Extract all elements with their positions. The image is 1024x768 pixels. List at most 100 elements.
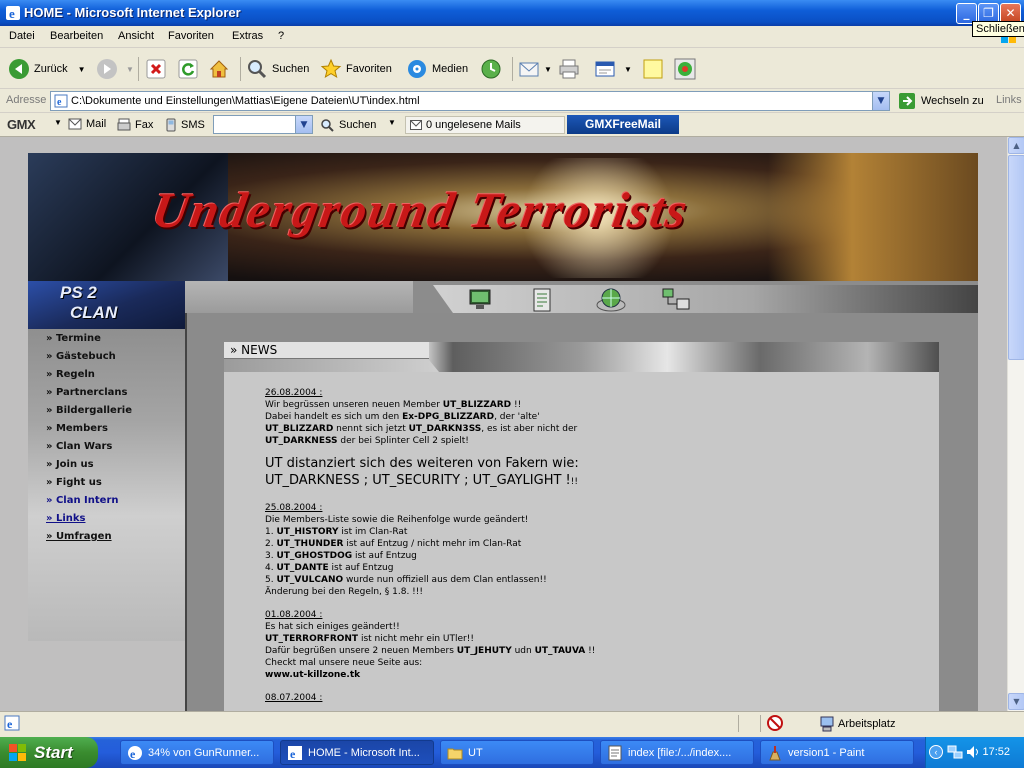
- phone-icon: [166, 118, 176, 132]
- nav-partnerclans[interactable]: » Partnerclans: [46, 387, 127, 398]
- network-icon[interactable]: [661, 287, 691, 313]
- menu-view[interactable]: Ansicht: [118, 30, 154, 42]
- menu-file[interactable]: Datei: [9, 30, 35, 42]
- menu-edit[interactable]: Bearbeiten: [50, 30, 103, 42]
- forward-dropdown-icon[interactable]: ▼: [126, 65, 134, 74]
- news-date: 26.08.2004 :: [265, 388, 323, 398]
- task-paint[interactable]: version1 - Paint: [760, 740, 914, 765]
- nav-regeln[interactable]: » Regeln: [46, 369, 95, 380]
- gmx-mail-button[interactable]: Mail: [68, 118, 106, 130]
- task-index-file[interactable]: index [file:/.../index....: [600, 740, 754, 765]
- nav-members[interactable]: » Members: [46, 423, 108, 434]
- back-button[interactable]: Zurück ▼: [8, 55, 86, 83]
- home-button[interactable]: [208, 55, 234, 83]
- mail-dropdown-icon[interactable]: ▼: [544, 65, 552, 74]
- zone-label: Arbeitsplatz: [838, 718, 896, 730]
- nav-join-us[interactable]: » Join us: [46, 459, 94, 470]
- vertical-scrollbar[interactable]: ▲ ▼: [1007, 137, 1024, 711]
- favorites-label: Favoriten: [346, 63, 392, 75]
- scroll-up-icon[interactable]: ▲: [1008, 137, 1024, 154]
- tray-expand-icon[interactable]: ‹: [929, 745, 943, 759]
- go-button[interactable]: Wechseln zu: [898, 92, 984, 110]
- document-icon[interactable]: [530, 287, 554, 313]
- gmx-sms-button[interactable]: SMS: [166, 118, 205, 132]
- title-bar: e HOME - Microsoft Internet Explorer _ ❐…: [0, 0, 1024, 26]
- links-toolbar[interactable]: Links: [996, 94, 1022, 106]
- news-date: 25.08.2004 :: [265, 503, 323, 513]
- gmx-logo[interactable]: GMX: [7, 117, 36, 132]
- nav-links[interactable]: » Links: [46, 513, 85, 524]
- menu-extras[interactable]: Extras: [232, 30, 263, 42]
- gmx-fax-button[interactable]: Fax: [117, 118, 153, 131]
- start-button[interactable]: Start: [0, 737, 98, 768]
- task-ut-folder[interactable]: UT: [440, 740, 594, 765]
- svg-text:e: e: [290, 747, 296, 761]
- popup-blocker-icon[interactable]: [767, 715, 783, 731]
- ie-task-icon: e: [128, 745, 142, 761]
- edit-page-icon: [595, 61, 615, 77]
- fax-icon: [117, 118, 131, 131]
- task-gunrunner[interactable]: e 34% von GunRunner...: [120, 740, 274, 765]
- history-button[interactable]: [480, 55, 506, 83]
- news-date: 01.08.2004 :: [265, 610, 323, 620]
- stop-button[interactable]: [145, 55, 171, 83]
- computer-icon: [820, 716, 834, 732]
- gmx-search-dropdown-icon[interactable]: ▼: [295, 116, 312, 133]
- envelope-icon: [68, 118, 82, 130]
- address-input[interactable]: e C:\Dokumente und Einstellungen\Mattias…: [50, 91, 890, 111]
- clock[interactable]: 17:52: [982, 746, 1010, 758]
- gmx-search-options-icon[interactable]: ▼: [388, 118, 396, 127]
- back-dropdown-icon[interactable]: ▼: [78, 65, 86, 74]
- refresh-button[interactable]: [177, 55, 203, 83]
- gmx-dropdown-icon[interactable]: ▼: [54, 118, 62, 127]
- menu-favorites[interactable]: Favoriten: [168, 30, 214, 42]
- task-home-ie[interactable]: e HOME - Microsoft Int...: [280, 740, 434, 765]
- print-button[interactable]: [558, 55, 584, 83]
- gmx-search-button[interactable]: Suchen: [320, 118, 376, 132]
- media-button[interactable]: Medien: [406, 55, 468, 83]
- volume-tray-icon[interactable]: [965, 744, 981, 760]
- close-tooltip: Schließen: [972, 21, 1024, 37]
- gmx-freemail-button[interactable]: GMXFreeMail: [567, 115, 679, 134]
- window-title: HOME - Microsoft Internet Explorer: [24, 5, 241, 20]
- site-banner: Underground Terrorists: [28, 153, 978, 281]
- edit-button[interactable]: ▼: [594, 55, 632, 83]
- search-button[interactable]: Suchen: [246, 55, 309, 83]
- gmx-unread-mails[interactable]: 0 ungelesene Mails: [405, 116, 565, 134]
- forward-button[interactable]: ▼: [96, 55, 134, 83]
- home-icon: [209, 60, 229, 78]
- nav-fight-us[interactable]: » Fight us: [46, 477, 102, 488]
- gmx-sms-label: SMS: [181, 119, 205, 131]
- refresh-icon: [178, 59, 198, 79]
- mail-button[interactable]: ▼: [518, 55, 552, 83]
- discuss-button[interactable]: [642, 55, 668, 83]
- windows-flag-icon: [9, 743, 26, 761]
- address-dropdown-icon[interactable]: ▼: [872, 92, 889, 110]
- gmx-search-input[interactable]: ▼: [213, 115, 313, 134]
- icq-button[interactable]: [674, 55, 700, 83]
- network-tray-icon[interactable]: [947, 744, 963, 760]
- search-icon: [248, 60, 267, 79]
- icq-flower-icon: [674, 58, 696, 80]
- favorites-button[interactable]: Favoriten: [320, 55, 392, 83]
- nav-umfragen[interactable]: » Umfragen: [46, 531, 112, 542]
- standard-toolbar: Zurück ▼ ▼ Suchen Favoriten Medien ▼ ▼: [0, 49, 1024, 89]
- scroll-down-icon[interactable]: ▼: [1008, 693, 1024, 710]
- status-bar: e Arbeitsplatz: [0, 711, 1024, 733]
- nav-clan-intern[interactable]: » Clan Intern: [46, 495, 119, 506]
- nav-bildergallerie[interactable]: » Bildergallerie: [46, 405, 132, 416]
- menu-help[interactable]: ?: [278, 30, 284, 42]
- edit-dropdown-icon[interactable]: ▼: [624, 65, 632, 74]
- nav-clan-wars[interactable]: » Clan Wars: [46, 441, 112, 452]
- ie-task-icon: e: [288, 745, 302, 761]
- globe-icon[interactable]: [596, 287, 626, 313]
- scroll-thumb[interactable]: [1008, 155, 1024, 360]
- news-link[interactable]: www.ut-killzone.tk: [265, 670, 360, 680]
- monitor-icon[interactable]: [468, 287, 492, 313]
- start-label: Start: [34, 742, 73, 762]
- star-icon: [320, 58, 342, 79]
- nav-termine[interactable]: » Termine: [46, 333, 101, 344]
- svg-text:e: e: [130, 747, 136, 761]
- page-icon: e: [54, 94, 68, 108]
- nav-gaestebuch[interactable]: » Gästebuch: [46, 351, 116, 362]
